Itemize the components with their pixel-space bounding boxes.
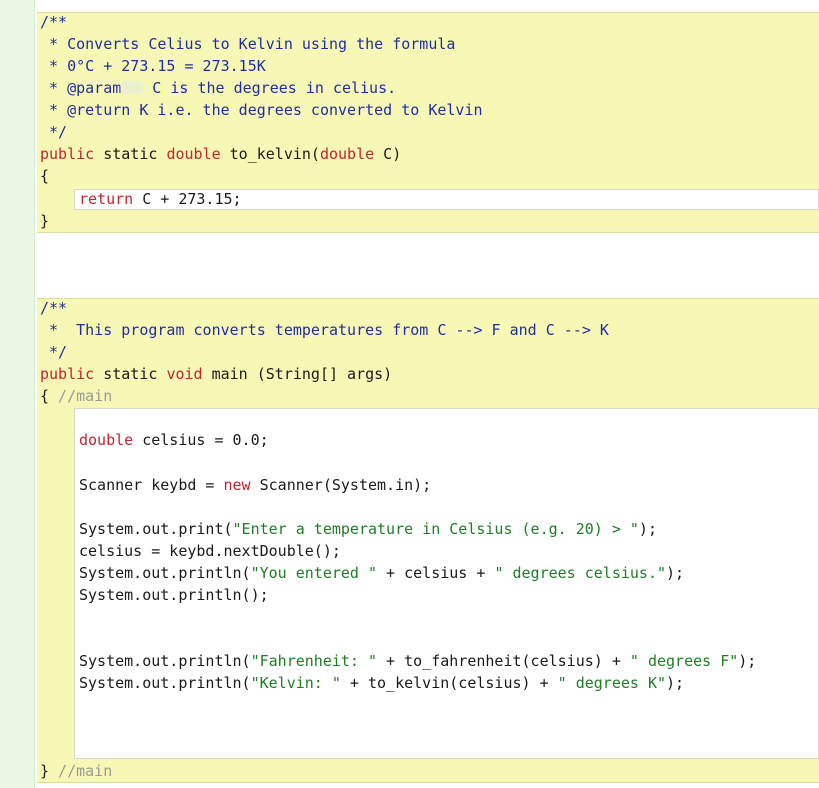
string-literal: " degrees F" [629,652,739,670]
line-comment: //main [49,762,113,780]
scanner-statement[interactable]: Scanner keybd = new Scanner(System.in); [79,474,431,496]
param-name: C) [374,145,402,163]
string-literal: "Fahrenheit: " [250,652,378,670]
method-signature-main[interactable]: public static void main (String[] args) [40,363,392,385]
javadoc-open: /** [40,13,68,31]
println-fahrenheit-statement[interactable]: System.out.println("Fahrenheit: " + to_f… [79,650,756,672]
javadoc-line: * This program converts temperatures fro… [40,321,609,339]
method-name-params: main (String[] args) [202,365,393,383]
println-close: ); [738,652,757,670]
javadoc-line: * 0°C + 273.15 = 273.15K [40,57,266,75]
println-close: ); [666,564,685,582]
print-statement[interactable]: System.out.print("Enter a temperature in… [79,518,657,540]
declaration-statement[interactable]: double celsius = 0.0; [79,429,269,451]
open-brace-line: { //main [40,385,112,407]
open-brace: { [40,387,50,405]
param-type: double [319,145,375,163]
scanner-decl: Scanner keybd = [79,476,224,494]
type-double: double [79,431,134,449]
javadoc-open: /** [40,299,68,317]
println-kelvin-statement[interactable]: System.out.println("Kelvin: " + to_kelvi… [79,672,684,694]
println-statement[interactable]: System.out.println("You entered " + cels… [79,562,684,584]
string-literal: "You entered " [250,564,378,582]
println-call: System.out.println( [79,564,251,582]
keyword-public: public [40,145,95,163]
keyword-return: return [79,190,134,208]
close-brace: } [40,762,50,780]
close-brace-line: } //main [40,760,112,782]
concat-expression: + to_fahrenheit(celsius) + [377,652,630,670]
return-type: double [166,145,221,163]
println-close: ); [666,674,685,692]
return-expression: C + 273.15; [133,190,242,208]
string-literal: " degrees K" [557,674,667,692]
concat-expression: + celsius + [377,564,495,582]
open-brace: { [40,167,50,185]
keyword-static: static [94,145,167,163]
javadoc-param-tag: * @param [40,79,122,97]
editor-gutter [0,0,35,788]
line-comment: //main [49,387,113,405]
string-literal: " degrees celsius." [494,564,667,582]
method-name: to_kelvin( [220,145,320,163]
method-signature-to-kelvin[interactable]: public static double to_kelvin(double C) [40,143,401,165]
scanner-ctor: Scanner(System.in); [250,476,432,494]
println-empty-statement[interactable]: System.out.println(); [79,584,269,606]
concat-expression: + to_kelvin(celsius) + [340,674,558,692]
keyword-public: public [40,365,95,383]
string-literal: "Kelvin: " [250,674,341,692]
print-call: System.out.print( [79,520,233,538]
print-close: ); [638,520,657,538]
keyword-new: new [223,476,251,494]
return-statement[interactable]: return C + 273.15; [79,188,242,210]
javadoc-line: * Converts Celius to Kelvin using the fo… [40,35,456,53]
println-call: System.out.println( [79,652,251,670]
println-call: System.out.println( [79,674,251,692]
close-brace: } [40,212,50,230]
declaration-rest: celsius = 0.0; [133,431,269,449]
return-type: void [166,365,203,383]
javadoc-close: */ [40,343,68,361]
string-literal: "Enter a temperature in Celsius (e.g. 20… [232,520,639,538]
javadoc-close: */ [40,123,68,141]
read-statement[interactable]: celsius = keybd.nextDouble(); [79,540,341,562]
keyword-static: static [94,365,167,383]
javadoc-return-line: * @return K i.e. the degrees converted t… [40,101,483,119]
javadoc-param-desc: C is the degrees in celius. [143,79,397,97]
redacted-mark [121,81,144,94]
javadoc-param-line: * @param C is the degrees in celius. [40,77,396,99]
